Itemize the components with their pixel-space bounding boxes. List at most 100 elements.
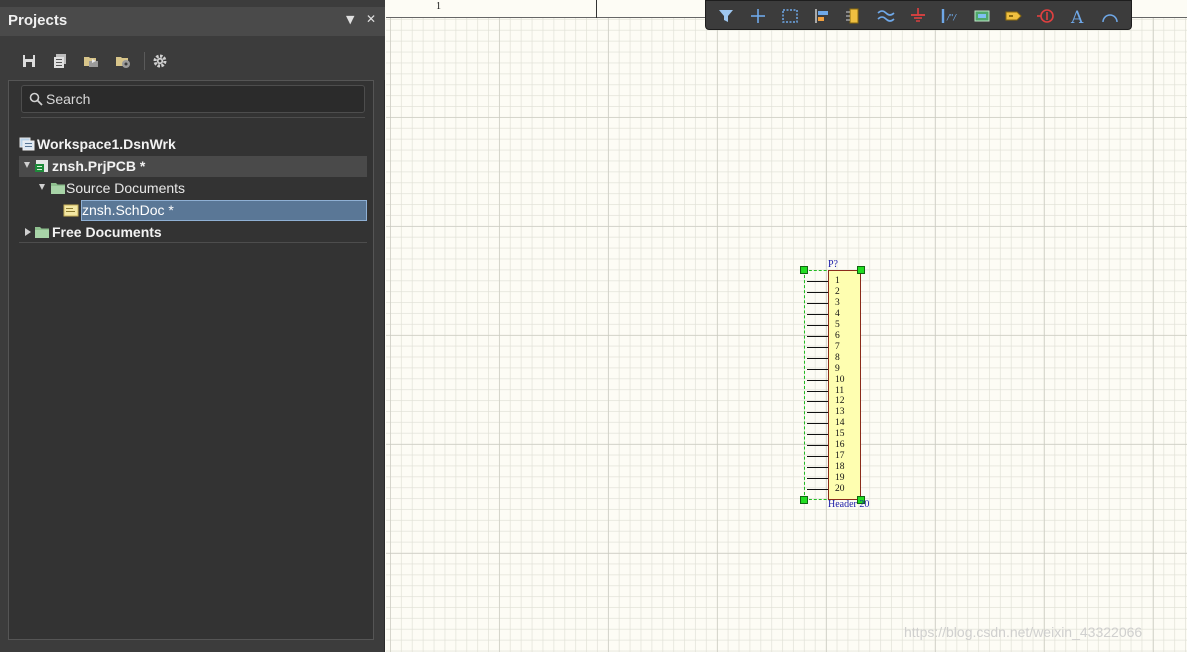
pin-number: 7 — [835, 341, 840, 352]
pin-line[interactable] — [807, 445, 828, 447]
collapse-arrow-icon[interactable] — [24, 162, 30, 168]
pin-line[interactable] — [807, 302, 828, 304]
pin-line[interactable] — [807, 401, 828, 403]
save-icon[interactable] — [21, 53, 37, 69]
pin-number: 2 — [835, 286, 840, 297]
search-divider — [21, 117, 365, 118]
align-icon[interactable] — [812, 7, 832, 25]
no-erc-icon[interactable] — [1036, 7, 1056, 25]
toolbar-separator — [144, 52, 145, 70]
pin-line[interactable] — [807, 357, 828, 359]
ruler-tick — [596, 0, 597, 18]
pin-number: 18 — [835, 462, 845, 473]
resize-handle-bottom-left[interactable] — [800, 496, 808, 504]
schematic-canvas[interactable]: 1 /"/ A P? 1 2 3 4 5 6 7 8 9 10 11 12 13 14 15 16 17 18 19… — [386, 0, 1187, 652]
collapse-arrow-icon[interactable] — [39, 184, 45, 190]
pin-number: 6 — [835, 330, 840, 341]
tree-item-workspace[interactable]: Workspace1.DsnWrk — [19, 134, 367, 155]
ground-icon[interactable] — [908, 7, 928, 25]
pin-number: 5 — [835, 319, 840, 330]
tree-item-label: Workspace1.DsnWrk — [37, 136, 176, 152]
pin-line[interactable] — [807, 291, 828, 293]
place-text-icon[interactable]: A — [1068, 7, 1088, 25]
search-box[interactable] — [21, 85, 365, 113]
ruler-zone-label: 1 — [436, 1, 441, 12]
component-comment[interactable]: Header 20 — [828, 499, 869, 510]
watermark-text: https://blog.csdn.net/weixin_43322066 — [904, 624, 1143, 640]
tree-item-label: znsh.PrjPCB * — [52, 158, 146, 174]
active-bar-toolbar: /"/ A — [705, 0, 1132, 30]
place-part-icon[interactable] — [844, 7, 864, 25]
pin-line[interactable] — [807, 368, 828, 370]
projects-panel: Projects ▼ ✕ Search Workspace1.DsnWrk zn… — [0, 0, 385, 652]
pin-line[interactable] — [807, 478, 828, 480]
pin-number: 9 — [835, 363, 840, 374]
pin-line[interactable] — [807, 324, 828, 326]
app-window: Projects ▼ ✕ Search Workspace1.DsnWrk zn… — [0, 0, 1187, 652]
project-tree-frame: Workspace1.DsnWrk znsh.PrjPCB * Source D… — [8, 80, 374, 640]
pin-number: 16 — [835, 440, 845, 451]
panel-toolbar — [0, 36, 385, 80]
port-icon[interactable] — [1004, 7, 1024, 25]
tree-item-source-documents[interactable]: Source Documents — [19, 178, 367, 199]
resize-handle-top-left[interactable] — [800, 266, 808, 274]
pin-line[interactable] — [807, 335, 828, 337]
pin-line[interactable] — [807, 390, 828, 392]
component-designator[interactable]: P? — [828, 259, 838, 270]
resize-handle-top-right[interactable] — [857, 266, 865, 274]
folder-icon — [35, 227, 49, 238]
pin-number: 20 — [835, 484, 845, 495]
place-bus-icon[interactable]: /"/ — [940, 7, 960, 25]
pin-line[interactable] — [807, 281, 828, 282]
tree-item-schematic-document[interactable]: znsh.SchDoc * — [19, 200, 367, 221]
panel-top-strip — [0, 0, 385, 7]
pin-line[interactable] — [807, 423, 828, 425]
pin-number: 19 — [835, 473, 845, 484]
save-all-icon[interactable] — [52, 53, 68, 69]
pin-line[interactable] — [807, 346, 828, 348]
pin-number: 17 — [835, 451, 845, 462]
workspace-icon — [19, 137, 35, 151]
pin-line[interactable] — [807, 412, 828, 414]
panel-close-icon[interactable]: ✕ — [366, 12, 376, 26]
search-input[interactable] — [46, 89, 346, 109]
pin-line[interactable] — [807, 489, 828, 491]
place-wire-icon[interactable] — [876, 7, 896, 25]
folder-icon — [51, 183, 65, 194]
gear-icon[interactable] — [152, 53, 168, 69]
pin-number: 3 — [835, 297, 840, 308]
filter-icon[interactable] — [716, 7, 736, 25]
pin-line[interactable] — [807, 379, 828, 381]
pin-number: 14 — [835, 418, 845, 429]
project-options-icon[interactable] — [115, 53, 131, 69]
expand-arrow-icon[interactable] — [25, 228, 31, 236]
pin-number: 12 — [835, 396, 845, 407]
panel-title: Projects — [8, 12, 68, 29]
pin-number: 11 — [835, 385, 845, 396]
pin-number: 8 — [835, 352, 840, 363]
tree-item-free-documents[interactable]: Free Documents — [19, 222, 367, 243]
svg-text:/"/: /"/ — [946, 13, 957, 22]
pin-line[interactable] — [807, 434, 828, 436]
tree-item-label: znsh.SchDoc * — [82, 202, 174, 218]
move-cross-icon[interactable] — [748, 7, 768, 25]
tree-item-label: Source Documents — [66, 180, 186, 196]
sheet-symbol-icon[interactable] — [972, 7, 992, 25]
pin-number: 10 — [835, 374, 845, 385]
svg-text:A: A — [1070, 8, 1084, 25]
pin-line[interactable] — [807, 313, 828, 315]
pcb-project-icon — [35, 160, 48, 172]
pin-line[interactable] — [807, 456, 828, 458]
select-rectangle-icon[interactable] — [780, 7, 800, 25]
open-folder-icon[interactable] — [83, 53, 99, 69]
panel-menu-icon[interactable]: ▼ — [346, 13, 354, 26]
pin-number: 15 — [835, 429, 845, 440]
place-arc-icon[interactable] — [1100, 7, 1120, 25]
tree-item-project[interactable]: znsh.PrjPCB * — [19, 156, 367, 177]
pin-number: 1 — [835, 276, 840, 286]
pin-number: 4 — [835, 308, 840, 319]
panel-header: Projects ▼ ✕ — [0, 7, 385, 36]
pin-line[interactable] — [807, 467, 828, 469]
schematic-doc-icon — [63, 204, 79, 217]
pin-number: 13 — [835, 407, 845, 418]
